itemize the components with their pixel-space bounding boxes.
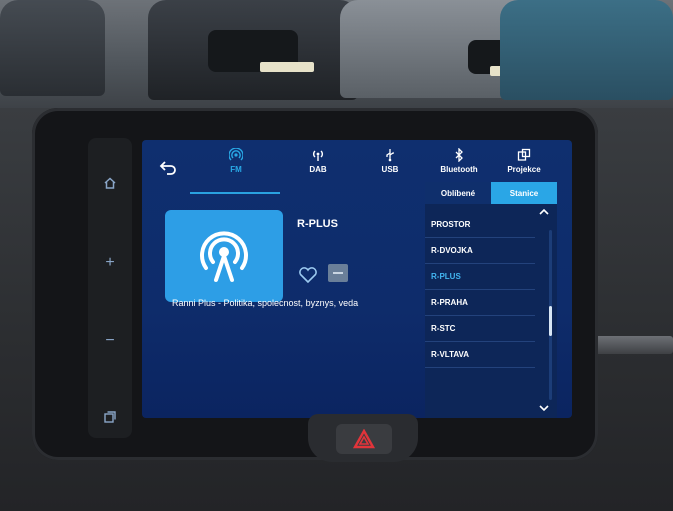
background-car <box>500 0 673 100</box>
source-tab-bar: FM DAB USB Bluetooth Projekce <box>142 140 572 188</box>
minus-icon: − <box>105 332 115 349</box>
tab-label: FM <box>230 165 242 174</box>
plus-icon: + <box>105 254 115 271</box>
chevron-down-icon <box>539 405 549 412</box>
radio-tower-icon <box>200 231 248 282</box>
background-car <box>148 0 358 100</box>
scrollbar-thumb[interactable] <box>549 306 552 336</box>
scroll-down-button[interactable] <box>537 404 551 416</box>
scroll-up-button[interactable] <box>537 208 551 220</box>
home-button[interactable] <box>88 148 132 218</box>
station-name: R-PLUS <box>297 218 338 230</box>
scrollbar[interactable] <box>549 230 552 400</box>
chevron-up-icon <box>539 208 549 215</box>
tab-bluetooth[interactable]: Bluetooth <box>431 148 487 184</box>
dashboard-trim <box>590 336 673 354</box>
back-arrow-icon <box>159 161 176 175</box>
hardware-button-panel: + − <box>88 138 132 438</box>
tab-label: Projekce <box>507 165 541 174</box>
list-item[interactable]: PROSTOR <box>425 212 535 238</box>
hazard-triangle-icon <box>353 429 375 449</box>
background-parking-lot <box>0 0 673 115</box>
rds-text: Ranni Plus - Politika, spolecnost, byzny… <box>172 298 359 308</box>
tab-stations[interactable]: Stanice <box>491 182 557 204</box>
tab-favorites[interactable]: Oblíbené <box>425 182 491 204</box>
volume-up-button[interactable]: + <box>88 228 132 298</box>
license-plate <box>260 62 314 72</box>
info-bar-icon <box>333 272 343 274</box>
tab-label: DAB <box>309 165 327 174</box>
volume-down-button[interactable]: − <box>88 306 132 376</box>
tab-usb[interactable]: USB <box>362 148 418 184</box>
apps-icon <box>104 411 116 423</box>
apps-button[interactable] <box>88 382 132 452</box>
usb-icon <box>386 149 394 162</box>
active-tab-indicator <box>190 192 280 194</box>
heart-icon <box>299 267 317 284</box>
list-item[interactable]: R-DVOJKA <box>425 238 535 264</box>
tab-label: Bluetooth <box>440 165 478 174</box>
list-item[interactable]: R-STC <box>425 316 535 342</box>
list-item[interactable]: R-PRAHA <box>425 290 535 316</box>
radio-waves-icon <box>229 148 243 161</box>
dab-signal-icon <box>313 150 323 161</box>
bluetooth-icon <box>455 148 463 162</box>
station-logo <box>165 210 283 302</box>
hazard-button[interactable] <box>336 424 392 454</box>
tab-fm[interactable]: FM <box>208 148 264 184</box>
touchscreen: FM DAB USB Bluetooth Projekce R-PLUS Ran… <box>142 140 572 418</box>
list-item[interactable]: R-VLTAVA <box>425 342 535 368</box>
tab-dab[interactable]: DAB <box>290 148 346 184</box>
favorite-button[interactable] <box>298 266 318 284</box>
list-item-selected[interactable]: R-PLUS <box>425 264 535 290</box>
background-car <box>0 0 105 96</box>
back-button[interactable] <box>154 156 182 178</box>
projection-icon <box>517 148 531 161</box>
tab-label: USB <box>381 165 399 174</box>
station-list-panel: Oblíbené Stanice PROSTOR R-DVOJKA R-PLUS… <box>425 182 557 418</box>
home-icon <box>104 177 116 189</box>
tab-projekce[interactable]: Projekce <box>496 148 552 184</box>
info-button[interactable] <box>328 264 348 282</box>
